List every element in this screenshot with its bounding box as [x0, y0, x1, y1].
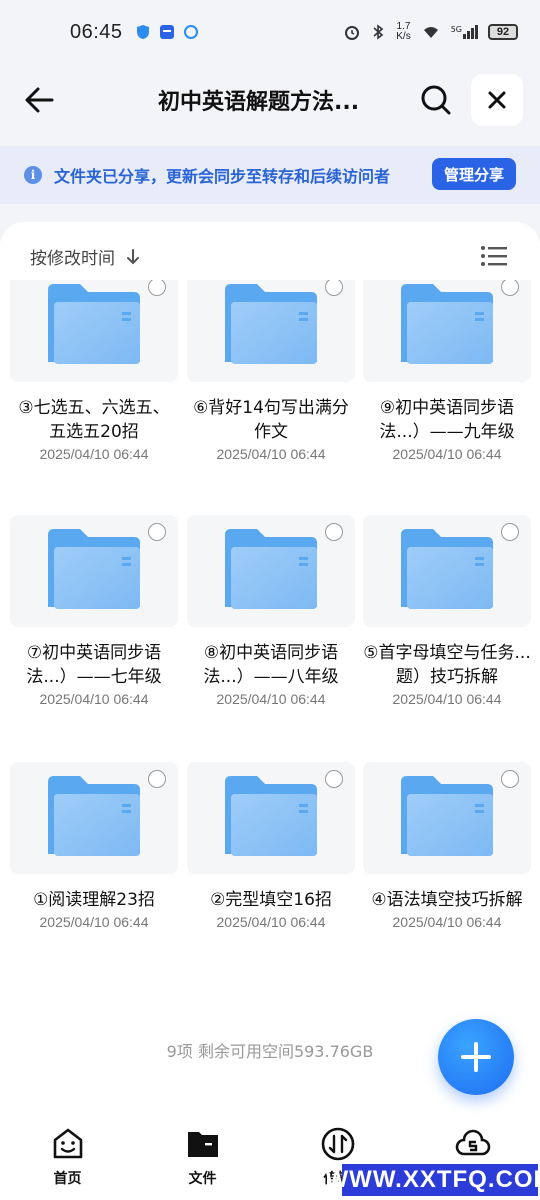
add-button[interactable] — [438, 1019, 514, 1095]
close-button[interactable] — [471, 74, 523, 126]
folder-icon — [48, 529, 140, 609]
net-speed: 1.7 K/s — [396, 21, 411, 42]
folder-thumbnail — [363, 515, 531, 627]
folder-icon — [401, 284, 493, 364]
folder-date: 2025/04/10 06:44 — [39, 914, 149, 930]
folder-name: ②完型填空16招 — [210, 890, 332, 910]
folder-tile[interactable]: ⑤首字母填空与任务...题）技巧拆解 2025/04/10 06:44 — [363, 515, 531, 707]
sort-down-arrow-icon — [127, 248, 139, 264]
alarm-icon — [345, 26, 360, 40]
folder-name: ⑦初中英语同步语法...）——七年级 — [26, 643, 162, 687]
bluetooth-icon — [373, 24, 384, 40]
tab-files[interactable]: 文件 — [163, 1126, 243, 1200]
folder-tile[interactable]: ⑥背好14句写出满分作文 2025/04/10 06:44 — [187, 280, 355, 462]
info-icon: i — [24, 166, 42, 184]
sort-control[interactable]: 按修改时间 — [30, 244, 141, 269]
folder-date: 2025/04/10 06:44 — [392, 691, 502, 707]
back-arrow-icon[interactable] — [22, 82, 58, 118]
folder-date: 2025/04/10 06:44 — [39, 446, 149, 462]
folder-date: 2025/04/10 06:44 — [216, 914, 326, 930]
folder-tile[interactable]: ③七选五、六选五、五选五20招 2025/04/10 06:44 — [10, 280, 178, 462]
folder-thumbnail — [10, 515, 178, 627]
select-checkbox[interactable] — [325, 770, 343, 788]
folder-date: 2025/04/10 06:44 — [216, 691, 326, 707]
file-grid: ③七选五、六选五、五选五20招 2025/04/10 06:44 ⑥背好14句写出满… — [0, 280, 540, 990]
folder-tile[interactable]: ②完型填空16招 2025/04/10 06:44 — [187, 762, 355, 930]
signal-icon: 5G — [451, 25, 478, 39]
folder-thumbnail — [10, 762, 178, 874]
search-icon[interactable] — [418, 82, 454, 118]
status-bar: 06:45 1.7 K/s 5G 92 — [0, 0, 540, 64]
shield-icon — [136, 25, 149, 39]
share-banner-text: 文件夹已分享，更新会同步至转存和后续访问者 — [54, 167, 391, 186]
folder-icon — [225, 284, 317, 364]
folder-name: ⑤首字母填空与任务...题）技巧拆解 — [363, 643, 531, 687]
home-face-icon — [53, 1128, 82, 1159]
tab-home[interactable]: 首页 — [28, 1126, 108, 1200]
folder-icon — [48, 284, 140, 364]
list-view-icon[interactable] — [480, 244, 508, 268]
folder-name: ③七选五、六选五、五选五20招 — [18, 398, 170, 442]
sort-label: 按修改时间 — [30, 249, 115, 269]
close-icon — [488, 91, 506, 109]
folder-thumbnail — [187, 280, 355, 382]
folder-date: 2025/04/10 06:44 — [216, 446, 326, 462]
tab-label: 首页 — [53, 1171, 82, 1187]
select-checkbox[interactable] — [501, 770, 519, 788]
wifi-icon — [423, 27, 438, 38]
select-checkbox[interactable] — [148, 770, 166, 788]
share-banner: i 文件夹已分享，更新会同步至转存和后续访问者 管理分享 — [0, 146, 540, 204]
folder-name: ④语法填空技巧拆解 — [371, 890, 523, 910]
folder-icon — [187, 1132, 218, 1157]
select-checkbox[interactable] — [148, 523, 166, 541]
chat-bubble-icon — [183, 25, 198, 39]
cloud-s-icon — [455, 1129, 490, 1156]
folder-name: ⑨初中英语同步语法...）——九年级 — [379, 398, 515, 442]
folder-name: ①阅读理解23招 — [33, 890, 155, 910]
transfer-icon — [321, 1127, 354, 1161]
folder-date: 2025/04/10 06:44 — [392, 914, 502, 930]
manage-share-button[interactable]: 管理分享 — [432, 158, 516, 190]
app-notification-icon — [159, 25, 174, 39]
folder-icon — [225, 529, 317, 609]
page-title: 初中英语解题方法... — [158, 90, 360, 115]
folder-name: ⑧初中英语同步语法...）——八年级 — [203, 643, 339, 687]
folder-icon — [401, 529, 493, 609]
folder-thumbnail — [10, 280, 178, 382]
select-checkbox[interactable] — [501, 523, 519, 541]
app-header: 初中英语解题方法... — [0, 68, 540, 132]
folder-tile[interactable]: ⑦初中英语同步语法...）——七年级 2025/04/10 06:44 — [10, 515, 178, 707]
folder-thumbnail — [363, 762, 531, 874]
folder-tile[interactable]: ④语法填空技巧拆解 2025/04/10 06:44 — [363, 762, 531, 930]
select-checkbox[interactable] — [148, 280, 166, 296]
select-checkbox[interactable] — [325, 280, 343, 296]
select-checkbox[interactable] — [325, 523, 343, 541]
select-checkbox[interactable] — [501, 280, 519, 296]
folder-tile[interactable]: ⑧初中英语同步语法...）——八年级 2025/04/10 06:44 — [187, 515, 355, 707]
folder-date: 2025/04/10 06:44 — [39, 691, 149, 707]
battery-indicator: 92 — [488, 24, 518, 40]
folder-thumbnail — [187, 515, 355, 627]
status-time: 06:45 — [70, 20, 123, 43]
folder-thumbnail — [363, 280, 531, 382]
folder-icon — [401, 776, 493, 856]
plus-icon — [461, 1042, 491, 1072]
folder-icon — [48, 776, 140, 856]
folder-name: ⑥背好14句写出满分作文 — [193, 398, 349, 442]
folder-tile[interactable]: ⑨初中英语同步语法...）——九年级 2025/04/10 06:44 — [363, 280, 531, 462]
tab-label: 文件 — [188, 1171, 217, 1187]
folder-date: 2025/04/10 06:44 — [392, 446, 502, 462]
watermark-banner: WWW.XXTFQ.COM — [326, 1164, 540, 1196]
folder-thumbnail — [187, 762, 355, 874]
folder-tile[interactable]: ①阅读理解23招 2025/04/10 06:44 — [10, 762, 178, 930]
folder-icon — [225, 776, 317, 856]
